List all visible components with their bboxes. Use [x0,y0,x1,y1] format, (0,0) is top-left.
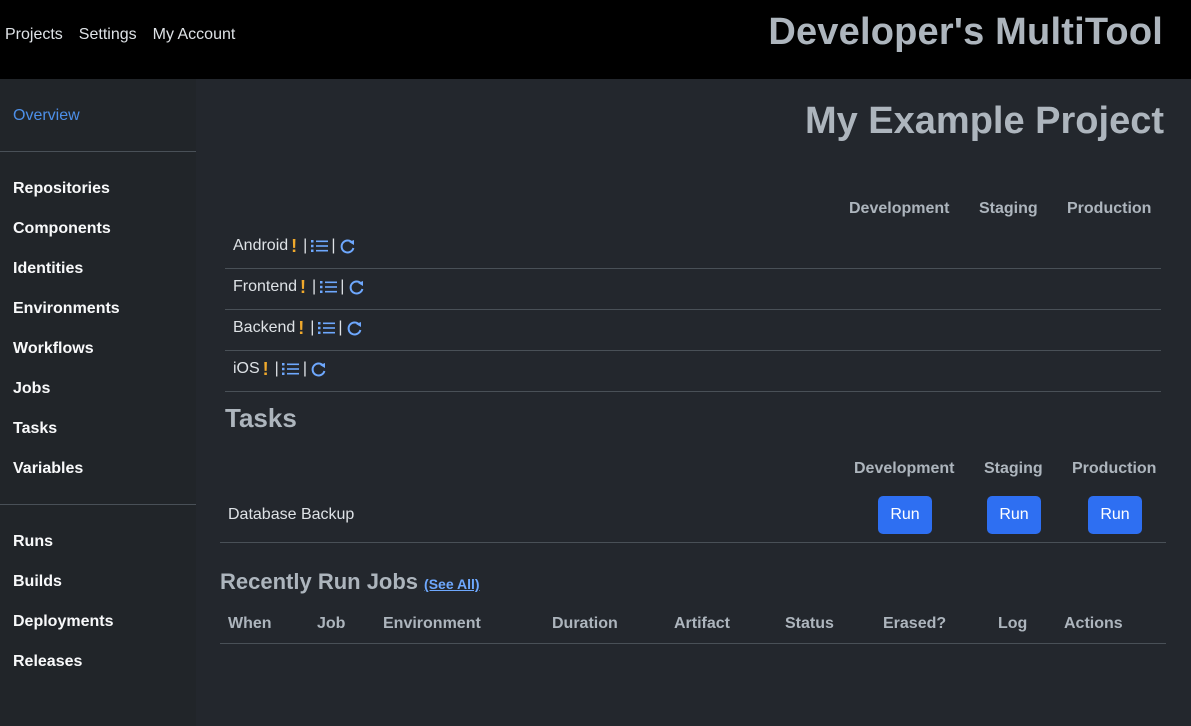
refresh-icon[interactable] [346,319,364,337]
recent-jobs-heading: Recently Run Jobs [220,569,419,594]
column-header-when: When [228,615,272,632]
list-icon[interactable] [317,319,335,337]
nav-my-account[interactable]: My Account [153,26,236,44]
sidebar-item-variables[interactable]: Variables [13,460,83,478]
component-name: Frontend [233,278,298,295]
sidebar-divider [0,504,196,505]
component-name: iOS [233,360,260,377]
component-cell: Android ! | | [233,237,356,255]
refresh-icon[interactable] [310,360,328,378]
page-title: My Example Project [804,100,1164,142]
column-header-erased: Erased? [883,615,947,632]
column-header-environment: Environment [383,615,481,632]
sidebar-item-runs[interactable]: Runs [13,533,53,551]
sidebar-item-deployments[interactable]: Deployments [13,613,113,631]
column-header-actions: Actions [1064,615,1123,632]
table-row: iOS ! | | [225,351,1161,392]
table-row: Android ! | | [225,228,1161,269]
sidebar-item-releases[interactable]: Releases [13,653,82,671]
main-content: My Example Project Development Staging P… [196,79,1191,726]
tasks-heading: Tasks [225,403,297,433]
separator: | [274,360,279,377]
run-development-button[interactable]: Run [878,496,932,534]
warning-icon: ! [291,236,298,256]
nav-projects[interactable]: Projects [5,26,63,44]
component-name: Backend [233,319,296,336]
separator: | [331,237,336,254]
column-header-job: Job [317,615,346,632]
column-header-duration: Duration [552,615,618,632]
sidebar: Overview Repositories Components Identit… [0,79,196,726]
component-cell: Backend ! | | [233,319,364,337]
refresh-icon[interactable] [338,237,356,255]
separator: | [340,278,345,295]
sidebar-item-overview[interactable]: Overview [13,107,80,125]
warning-icon: ! [262,359,269,379]
top-navbar: Projects Settings My Account Developer's… [0,0,1191,79]
separator: | [312,278,317,295]
column-header-artifact: Artifact [674,615,731,632]
tasks-env-header-staging: Staging [984,460,1043,477]
tasks-env-header-development: Development [854,460,955,477]
sidebar-item-repositories[interactable]: Repositories [13,180,110,198]
jobs-table-header: When Job Environment Duration Artifact S… [220,603,1166,644]
see-all-link[interactable]: (See All) [424,576,480,592]
sidebar-item-workflows[interactable]: Workflows [13,340,94,358]
column-header-status: Status [785,615,834,632]
warning-icon: ! [300,277,307,297]
sidebar-item-jobs[interactable]: Jobs [13,380,50,398]
table-row: Frontend ! | | [225,269,1161,310]
separator: | [302,360,307,377]
components-env-header-production: Production [1067,200,1152,217]
refresh-icon[interactable] [347,278,365,296]
component-cell: Frontend ! | | [233,278,365,296]
top-nav: Projects Settings My Account [5,26,235,44]
separator: | [310,319,315,336]
components-env-header-staging: Staging [979,200,1038,217]
recent-jobs-heading-wrap: Recently Run Jobs (See All) [220,569,480,595]
nav-settings[interactable]: Settings [79,26,137,44]
sidebar-item-identities[interactable]: Identities [13,260,83,278]
list-icon[interactable] [282,360,300,378]
list-icon[interactable] [310,237,328,255]
app-brand: Developer's MultiTool [768,11,1163,53]
list-icon[interactable] [319,278,337,296]
task-name: Database Backup [228,506,355,523]
tasks-env-header-production: Production [1072,460,1157,477]
sidebar-item-environments[interactable]: Environments [13,300,120,318]
separator: | [338,319,343,336]
column-header-log: Log [998,615,1028,632]
sidebar-item-components[interactable]: Components [13,220,111,238]
sidebar-item-builds[interactable]: Builds [13,573,62,591]
run-staging-button[interactable]: Run [987,496,1041,534]
table-row: Database Backup Run Run Run [220,486,1166,543]
separator: | [303,237,308,254]
warning-icon: ! [298,318,305,338]
table-row: Backend ! | | [225,310,1161,351]
component-name: Android [233,237,289,254]
sidebar-item-tasks[interactable]: Tasks [13,420,57,438]
components-env-header-development: Development [849,200,950,217]
run-production-button[interactable]: Run [1088,496,1142,534]
component-cell: iOS ! | | [233,360,328,378]
sidebar-divider [0,151,196,152]
